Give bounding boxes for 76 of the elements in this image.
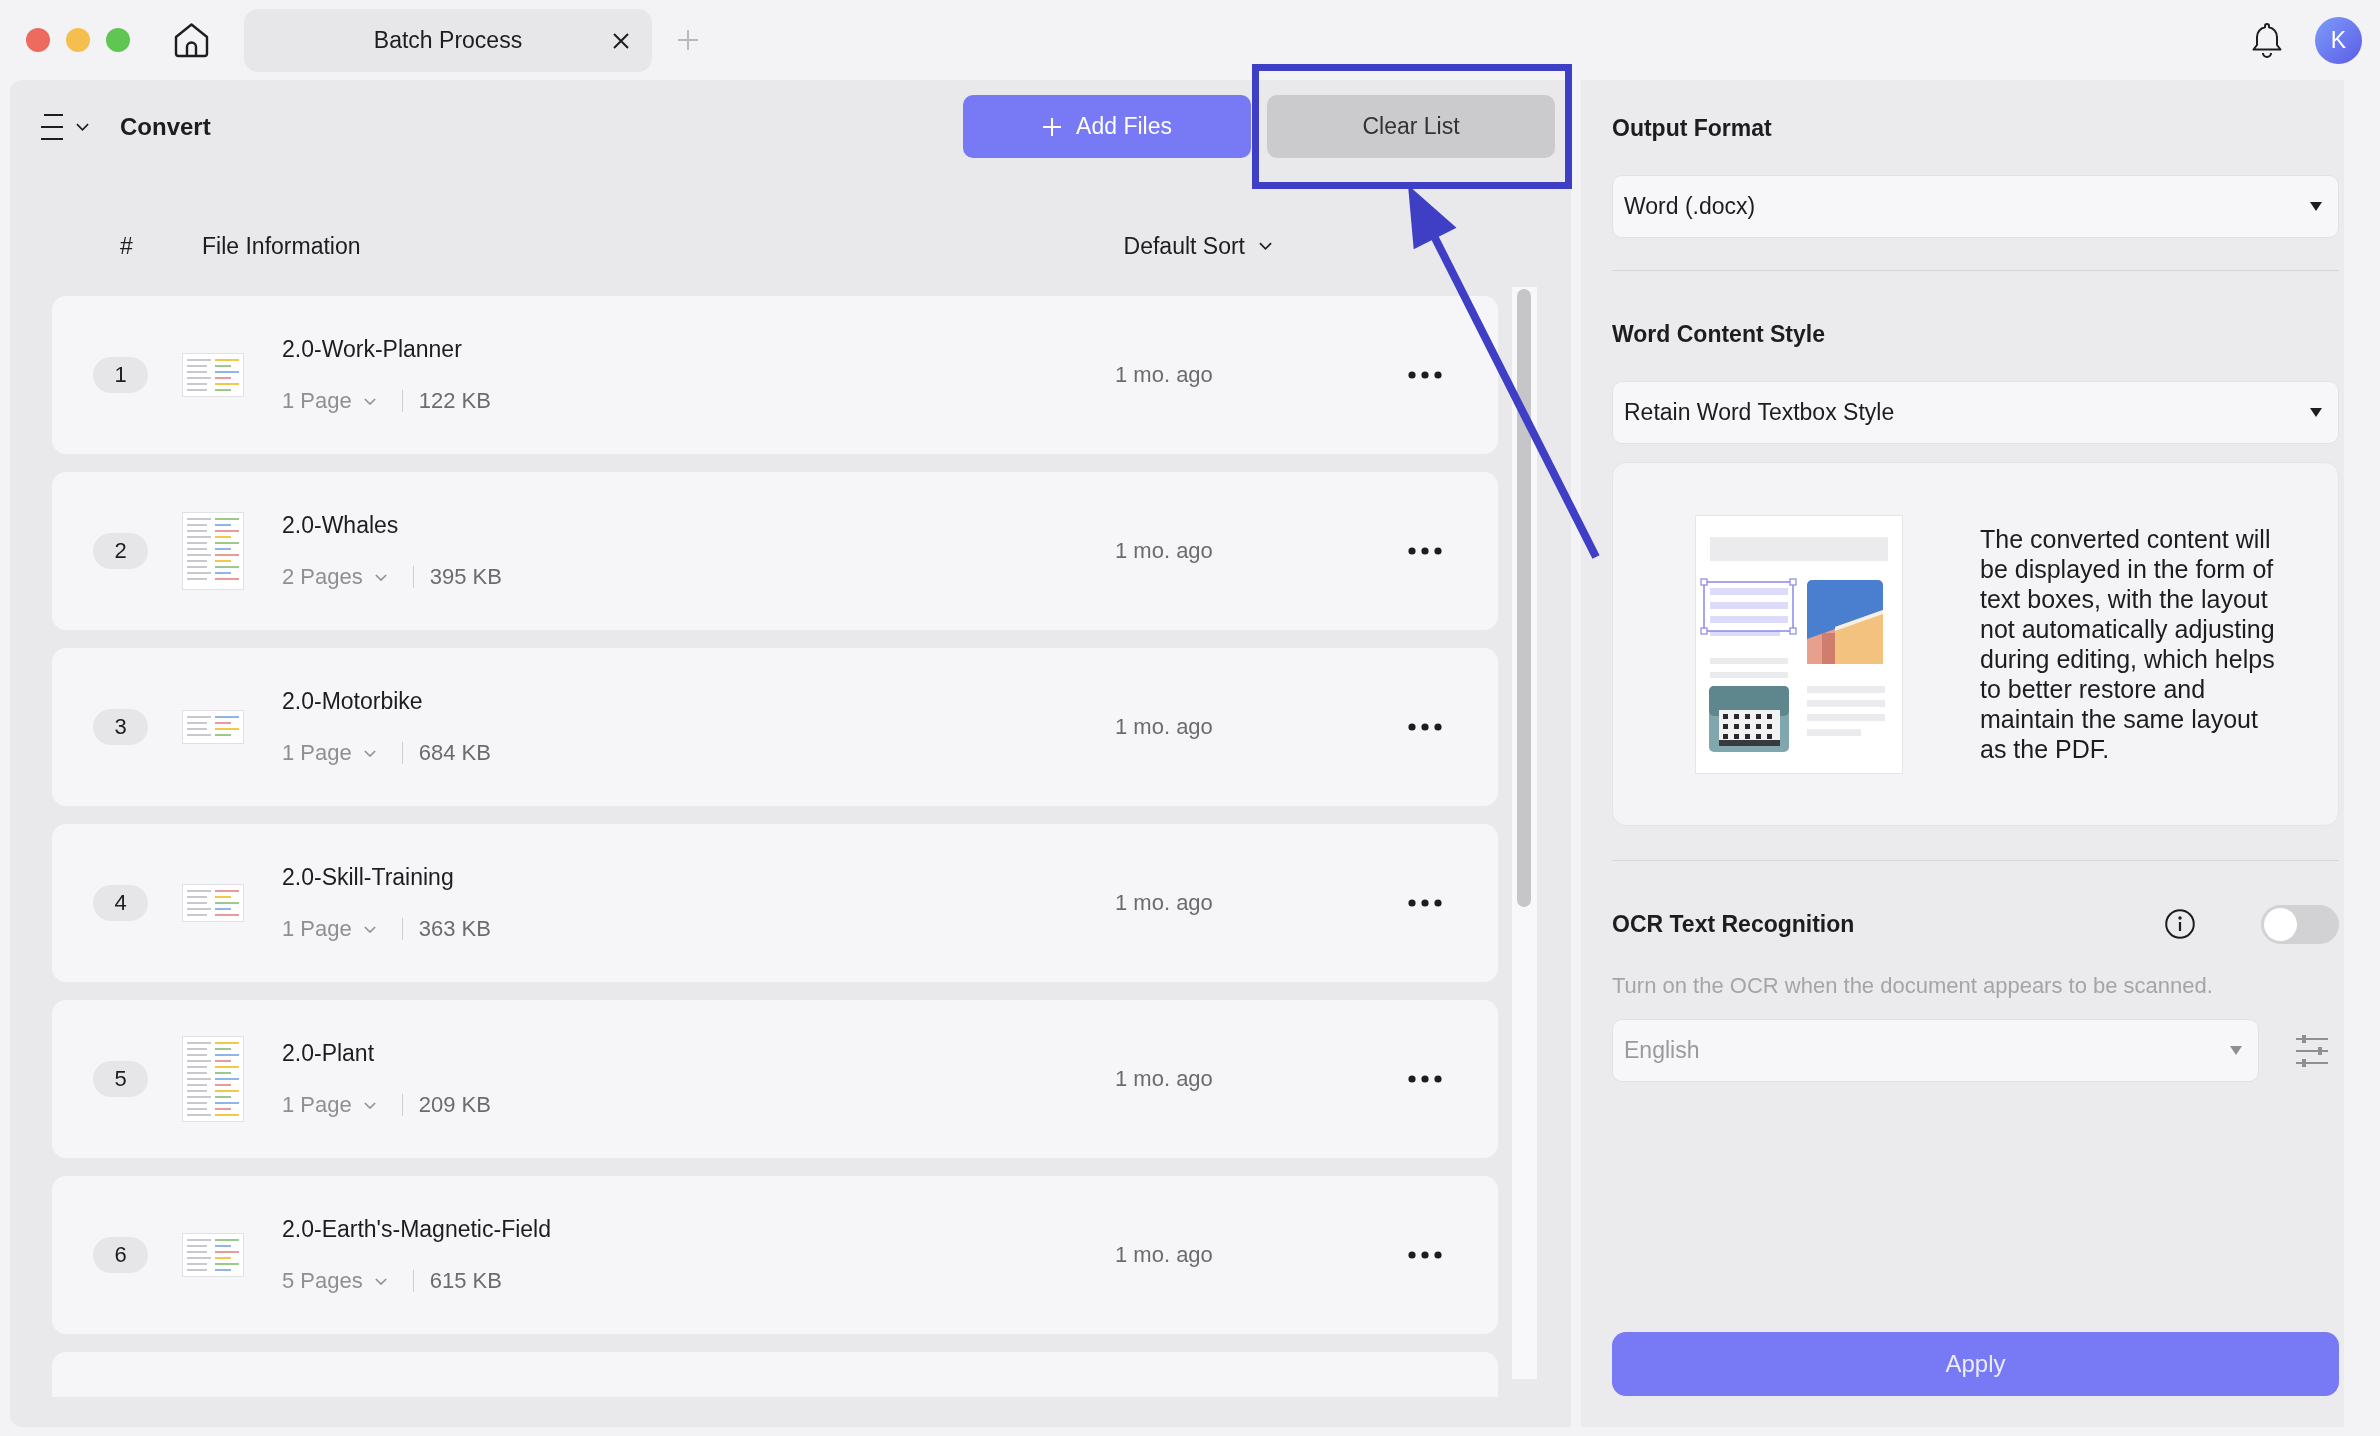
chevron-down-icon: [374, 1277, 387, 1285]
more-icon[interactable]: [1408, 371, 1442, 379]
more-icon[interactable]: [1408, 1251, 1442, 1259]
section-title: Word Content Style: [1612, 320, 1826, 349]
row-number: 2: [93, 533, 148, 569]
home-icon[interactable]: [173, 22, 210, 58]
file-name: 2.0-Work-Planner: [282, 335, 463, 363]
row-number: 4: [93, 885, 148, 921]
style-description: The converted content will be displayed in the form of text boxes, with the layout not automatically adjusting during editing, which helps to better restore and maintain the same layout as the PDF.: [1980, 524, 2276, 764]
file-name: 2.0-Motorbike: [282, 687, 424, 715]
document-thumbnail-drawing: [182, 1233, 244, 1277]
file-size: 615 KB: [429, 1268, 502, 1294]
file-row-card[interactable]: 5 2.0-Plant 1 Page 209 KB 1 mo. ago: [52, 1000, 1498, 1158]
ocr-hint: Turn on the OCR when the document appears to be scanned.: [1612, 972, 2214, 1000]
row-number: 3: [93, 709, 148, 745]
caret-down-icon: [2310, 408, 2322, 417]
output-format-select[interactable]: Word (.docx): [1612, 175, 2339, 238]
sliders-icon[interactable]: [2295, 1033, 2329, 1068]
more-icon[interactable]: [1408, 1075, 1442, 1083]
action-button[interactable]: Add Files: [963, 95, 1251, 158]
document-thumbnail-drawing: [182, 884, 244, 922]
file-name: 2.0-Skill-Training: [282, 863, 455, 891]
chevron-down-icon: [1259, 242, 1272, 250]
close-window-button[interactable]: [26, 28, 50, 52]
chevron-down-icon: [363, 397, 376, 405]
file-row-card[interactable]: 4 2.0-Skill-Training 1 Page 363 KB 1 mo. ago: [52, 824, 1498, 982]
close-icon[interactable]: [612, 31, 630, 50]
more-icon[interactable]: [1408, 723, 1442, 731]
info-icon[interactable]: [2165, 909, 2195, 939]
more-icon[interactable]: [1408, 899, 1442, 907]
section-title: OCR Text Recognition: [1612, 910, 1856, 938]
chevron-down-icon: [363, 749, 376, 757]
file-size: 684 KB: [418, 740, 491, 766]
chevron-down-icon: [363, 1101, 376, 1109]
modified-time: 1 mo. ago: [1115, 1242, 1214, 1268]
row-number: 1: [93, 357, 148, 393]
more-icon[interactable]: [1408, 547, 1442, 555]
row-number: 6: [93, 1237, 148, 1273]
plus-icon: [1042, 116, 1063, 137]
content-style-select[interactable]: Retain Word Textbox Style: [1612, 381, 2339, 444]
file-size: 209 KB: [418, 1092, 491, 1118]
modified-time: 1 mo. ago: [1115, 538, 1214, 564]
column-header: #: [120, 232, 134, 260]
section-title: Output Format: [1612, 114, 1773, 143]
file-row-card[interactable]: 1 2.0-Work-Planner 1 Page 122 KB 1 mo. ago: [52, 296, 1498, 454]
action-button[interactable]: Clear List: [1267, 95, 1555, 158]
file-row-card[interactable]: 6 2.0-Earth's-Magnetic-Field 5 Pages 615 KB 1 mo. ago: [52, 1176, 1498, 1334]
caret-down-icon: [2230, 1046, 2242, 1055]
file-row-card[interactable]: 2 2.0-Whales 2 Pages 395 KB 1 mo. ago: [52, 472, 1498, 630]
file-size: 395 KB: [429, 564, 502, 590]
sort-dropdown[interactable]: Default Sort: [1123, 232, 1272, 260]
file-size: 363 KB: [418, 916, 491, 942]
scrollbar-thumb[interactable]: [1517, 289, 1531, 907]
modified-time: 1 mo. ago: [1115, 362, 1214, 388]
modified-time: 1 mo. ago: [1115, 1066, 1214, 1092]
user-avatar[interactable]: K: [2315, 16, 2362, 64]
row-number: 5: [93, 1061, 148, 1097]
modified-time: 1 mo. ago: [1115, 890, 1214, 916]
menu-icon[interactable]: [41, 112, 63, 141]
file-size: 122 KB: [418, 388, 491, 414]
panel-title: Convert: [120, 112, 211, 141]
ocr-toggle[interactable]: [2261, 904, 2339, 944]
chevron-down-icon: [374, 573, 387, 581]
column-header: File Information: [202, 232, 361, 259]
chevron-down-icon[interactable]: [76, 122, 89, 131]
modified-time: 1 mo. ago: [1115, 714, 1214, 740]
file-row-card[interactable]: 3 2.0-Motorbike 1 Page 684 KB 1 mo. ago: [52, 648, 1498, 806]
file-name: 2.0-Whales: [282, 511, 400, 539]
bell-icon[interactable]: [2251, 21, 2283, 59]
file-name: 2.0-Earth's-Magnetic-Field: [282, 1215, 552, 1243]
document-thumbnail-drawing: [182, 710, 244, 744]
document-tab[interactable]: Batch Process: [244, 8, 652, 72]
caret-down-icon: [2310, 202, 2322, 211]
document-thumbnail-drawing: [182, 353, 244, 397]
chevron-down-icon: [363, 925, 376, 933]
file-name: 2.0-Plant: [282, 1039, 376, 1067]
